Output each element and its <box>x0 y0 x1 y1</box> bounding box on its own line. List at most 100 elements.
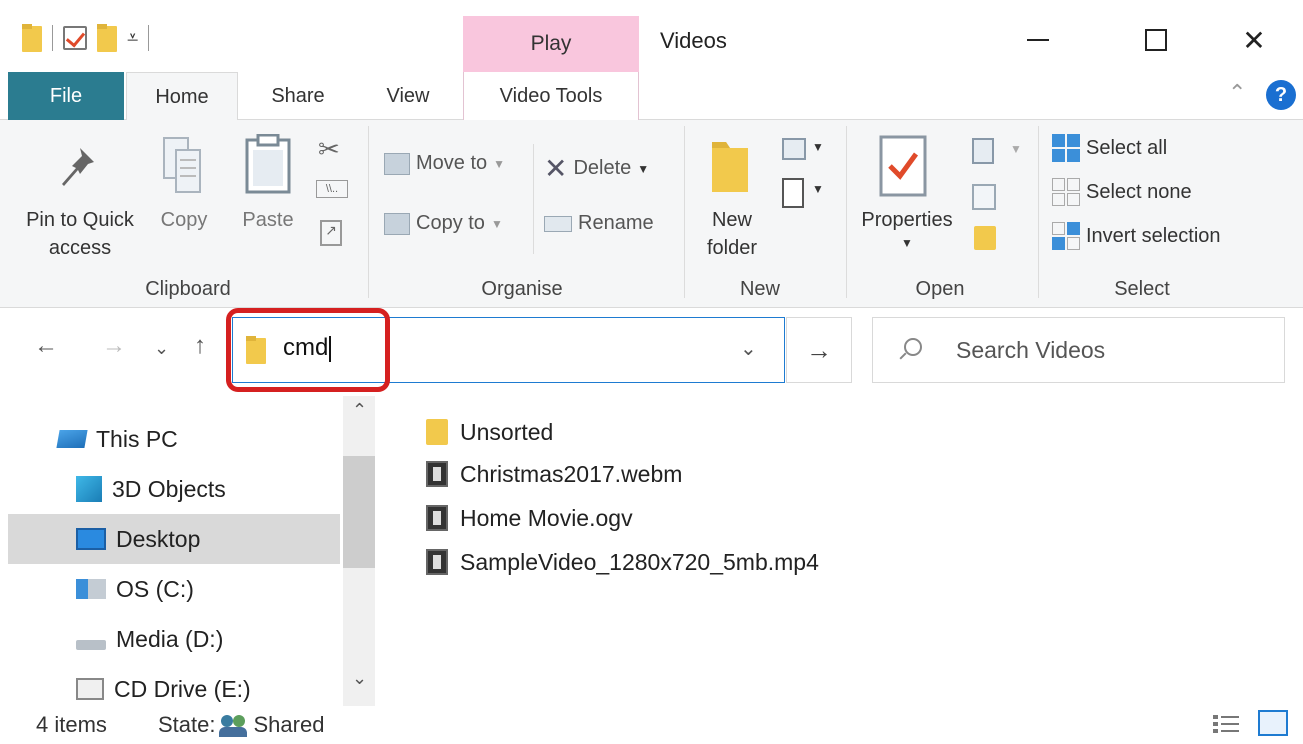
details-view-icon[interactable] <box>1212 712 1240 736</box>
properties-button[interactable]: Properties ▼ <box>852 206 962 252</box>
properties-label: Properties <box>861 209 953 231</box>
copy-to-button[interactable]: Copy to ▼ <box>384 212 503 235</box>
file-item-video[interactable]: Home Movie.ogv <box>426 498 633 538</box>
group-divider <box>1038 126 1039 298</box>
chevron-down-icon: ▼ <box>490 216 503 231</box>
quick-access-toolbar: ⩡ <box>22 24 150 52</box>
nav-item-os-c[interactable]: OS (C:) <box>76 564 338 614</box>
window-title: Videos <box>660 28 727 53</box>
up-arrow-icon[interactable]: ↑ <box>194 332 206 360</box>
tab-file[interactable]: File <box>8 72 124 120</box>
delete-button[interactable]: ✕ Delete ▼ <box>544 152 649 185</box>
maximize-button[interactable] <box>1126 18 1186 62</box>
history-icon[interactable] <box>974 226 996 250</box>
pin-to-quick-access-button[interactable]: Pin to Quick access <box>14 206 146 262</box>
tab-view[interactable]: View <box>366 72 450 120</box>
file-name: Christmas2017.webm <box>460 460 683 487</box>
cd-drive-icon <box>76 678 104 700</box>
select-none-label: Select none <box>1086 180 1192 203</box>
status-bar: 4 items State: Shared <box>0 706 1303 744</box>
move-to-icon <box>384 152 410 175</box>
tab-home[interactable]: Home <box>126 72 238 121</box>
delete-x-icon: ✕ <box>544 153 568 184</box>
chevron-down-icon[interactable]: ▼ <box>1010 142 1022 156</box>
invert-selection-label: Invert selection <box>1086 224 1221 247</box>
select-group-label: Select <box>1114 278 1170 300</box>
back-arrow-icon[interactable]: ← <box>34 332 58 360</box>
scrollbar-thumb[interactable] <box>343 456 375 568</box>
copy-button[interactable]: Copy <box>150 206 218 234</box>
drive-icon <box>76 640 106 650</box>
tab-video-tools[interactable]: Video Tools <box>463 72 639 120</box>
easy-access-icon[interactable] <box>782 178 804 208</box>
cube-icon <box>76 476 102 502</box>
rename-icon <box>544 215 572 232</box>
ribbon-tabs: File Home Share View Video Tools <box>0 72 1303 121</box>
nav-item-label: 3D Objects <box>112 475 226 502</box>
chevron-down-icon[interactable]: ▼ <box>812 140 824 154</box>
large-icons-view-icon[interactable] <box>1258 710 1288 736</box>
pin-label-line1: Pin to Quick <box>26 209 134 231</box>
customize-toolbar-dropdown-icon[interactable]: ⩡ <box>127 28 138 48</box>
pin-label-line2: access <box>48 237 112 259</box>
group-divider <box>846 126 847 298</box>
edit-icon[interactable] <box>972 184 996 210</box>
file-item-video[interactable]: SampleVideo_1280x720_5mb.mp4 <box>426 542 819 582</box>
folder-icon <box>426 419 448 445</box>
properties-check-icon[interactable] <box>63 26 87 50</box>
share-state: State: Shared <box>158 712 324 738</box>
paste-button[interactable]: Paste <box>234 206 302 234</box>
nav-item-label: CD Drive (E:) <box>114 675 251 702</box>
nav-item-media-d[interactable]: Media (D:) <box>76 614 338 664</box>
paste-shortcut-icon[interactable]: ↗ <box>320 220 342 246</box>
nav-item-this-pc[interactable]: This PC <box>56 414 338 464</box>
new-folder-icon <box>712 142 748 192</box>
scroll-up-icon[interactable]: ⌃ <box>352 400 367 421</box>
new-item-icon[interactable] <box>782 138 806 160</box>
folder-icon[interactable] <box>22 24 42 52</box>
help-icon[interactable]: ? <box>1266 80 1296 110</box>
nav-item-3d-objects[interactable]: 3D Objects <box>76 464 338 514</box>
nav-item-desktop[interactable]: Desktop <box>8 514 340 564</box>
select-none-button[interactable]: Select none <box>1052 178 1192 206</box>
move-to-button[interactable]: Move to ▼ <box>384 152 505 175</box>
new-folder-label-line1: New <box>711 209 752 231</box>
cut-icon[interactable]: ✂ <box>318 134 340 165</box>
invert-selection-icon <box>1052 222 1080 250</box>
chevron-down-icon[interactable]: ▼ <box>812 182 824 196</box>
copy-path-icon[interactable]: \\.. <box>316 180 348 198</box>
os-drive-icon <box>76 579 106 599</box>
paste-icon <box>245 134 291 194</box>
recent-locations-chevron-icon[interactable]: ⌄ <box>154 338 169 359</box>
video-file-icon <box>426 505 448 531</box>
file-item-folder[interactable]: Unsorted <box>426 412 553 452</box>
copy-to-label: Copy to <box>416 212 485 234</box>
select-all-button[interactable]: Select all <box>1052 134 1167 162</box>
new-folder-icon[interactable] <box>97 24 117 52</box>
address-history-chevron-icon[interactable]: ⌄ <box>740 336 757 361</box>
collapse-ribbon-icon[interactable]: ⌃ <box>1228 80 1246 106</box>
copy-to-icon <box>384 212 410 235</box>
tab-share[interactable]: Share <box>250 72 346 120</box>
nav-item-label: OS (C:) <box>116 575 194 602</box>
copy-icon <box>163 137 201 193</box>
file-item-video[interactable]: Christmas2017.webm <box>426 454 682 494</box>
open-icon[interactable] <box>972 138 994 164</box>
go-button[interactable]: → <box>786 317 852 383</box>
properties-icon <box>879 135 927 197</box>
close-button[interactable]: ✕ <box>1224 18 1284 62</box>
item-count: 4 items <box>36 712 107 737</box>
open-group-label: Open <box>915 278 965 300</box>
chevron-down-icon: ▼ <box>901 236 913 250</box>
invert-selection-button[interactable]: Invert selection <box>1052 222 1221 250</box>
rename-button[interactable]: Rename <box>544 212 654 235</box>
maximize-icon <box>1145 29 1167 51</box>
minimize-button[interactable] <box>1008 18 1068 62</box>
state-value: Shared <box>253 712 325 737</box>
title-bar: ⩡ <box>0 0 1303 72</box>
close-icon: ✕ <box>1242 24 1266 56</box>
new-folder-label-line2: folder <box>706 237 758 259</box>
scroll-down-icon[interactable]: ⌄ <box>352 668 367 689</box>
forward-arrow-icon[interactable]: → <box>102 332 126 360</box>
new-folder-button[interactable]: New folder <box>694 206 770 262</box>
